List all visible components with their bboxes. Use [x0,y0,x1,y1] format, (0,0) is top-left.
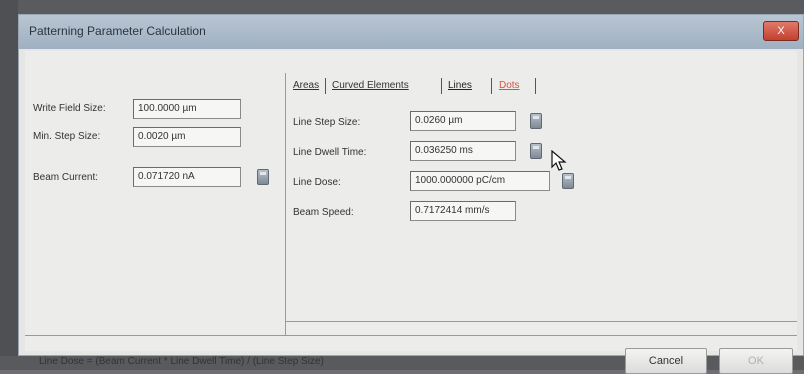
line-step-size-label: Line Step Size: [293,117,361,128]
mouse-cursor-icon [551,150,567,171]
beam-speed-label: Beam Speed: [293,207,354,218]
beam-current-field[interactable]: 0.071720 nA [133,167,241,187]
panel-divider [285,73,286,335]
tab-separator [491,78,492,94]
monitor-bezel-left [0,0,18,370]
beam-speed-field: 0.7172414 mm/s [410,201,516,221]
dialog-body: Write Field Size: 100.0000 µm Min. Step … [25,51,797,374]
min-step-size-label: Min. Step Size: [33,131,101,142]
cancel-button[interactable]: Cancel [625,348,707,374]
footer-divider [25,335,797,336]
tab-areas[interactable]: Areas [293,80,319,91]
line-dwell-time-label: Line Dwell Time: [293,147,367,158]
line-dose-label: Line Dose: [293,177,341,188]
title-bar[interactable]: Patterning Parameter Calculation X [19,15,803,49]
tab-separator [325,78,326,94]
write-field-size-label: Write Field Size: [33,103,106,114]
ok-button[interactable]: OK [719,348,793,374]
beam-current-label: Beam Current: [33,172,99,183]
panel-bottom-divider [285,321,797,322]
beam-current-calculator-icon[interactable] [257,169,269,185]
tab-separator [535,78,536,94]
write-field-size-field[interactable]: 100.0000 µm [133,99,241,119]
line-dose-calculator-icon[interactable] [562,173,574,189]
line-dwell-time-calculator-icon[interactable] [530,143,542,159]
tab-dots[interactable]: Dots [499,80,520,91]
line-step-size-field[interactable]: 0.0260 µm [410,111,516,131]
tab-lines[interactable]: Lines [448,80,472,91]
close-button[interactable]: X [763,21,799,41]
dialog-title: Patterning Parameter Calculation [29,24,206,38]
line-dose-field[interactable]: 1000.000000 pC/cm [410,171,550,191]
line-dwell-time-field[interactable]: 0.036250 ms [410,141,516,161]
dialog-window: Patterning Parameter Calculation X Write… [18,14,804,374]
tab-curved-elements[interactable]: Curved Elements [332,80,409,91]
tab-separator [441,78,442,94]
monitor-bezel-top [0,0,804,14]
formula-text: Line Dose = (Beam Current * Line Dwell T… [39,356,324,367]
line-step-size-calculator-icon[interactable] [530,113,542,129]
min-step-size-field[interactable]: 0.0020 µm [133,127,241,147]
